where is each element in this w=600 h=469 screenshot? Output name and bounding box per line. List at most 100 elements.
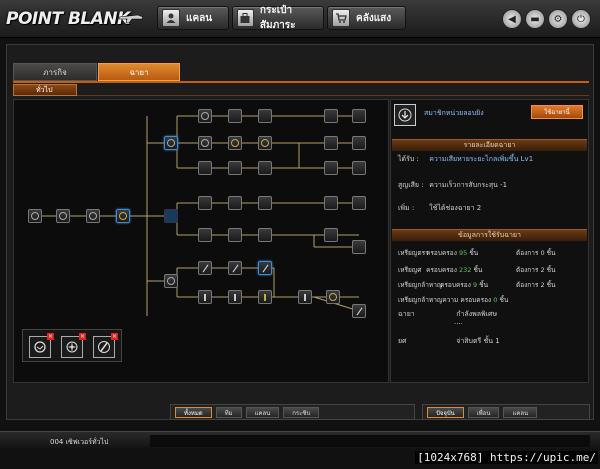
- chat-input[interactable]: [150, 435, 590, 447]
- title-node[interactable]: [164, 209, 178, 223]
- title-node[interactable]: [324, 196, 338, 210]
- tab-titles[interactable]: ฉายา: [98, 63, 180, 81]
- slot-row: เพิ่ม : ใช้ได้ช่องฉายา 2: [398, 203, 481, 214]
- title-node[interactable]: [228, 290, 242, 304]
- title-node[interactable]: [326, 290, 340, 304]
- title-node-sniper[interactable]: [164, 136, 178, 150]
- back-button[interactable]: ◀: [502, 9, 522, 29]
- power-icon: ⏻: [577, 13, 585, 25]
- title-node[interactable]: [198, 290, 212, 304]
- title-node[interactable]: [258, 290, 272, 304]
- chat-tab-team[interactable]: ทีม: [215, 406, 242, 418]
- badge-knife-icon: [98, 341, 110, 353]
- req-have-prefix: ครอบครอง: [426, 266, 457, 274]
- title-dots: ....: [454, 318, 463, 326]
- minimize-button[interactable]: ▬: [525, 9, 545, 29]
- title-node[interactable]: [28, 209, 42, 223]
- title-node[interactable]: [228, 261, 242, 275]
- bonus-value: ความเสียหายระยะไกลเพิ่มขึ้น Lv1: [429, 155, 534, 163]
- req-have: 9: [472, 281, 478, 289]
- armory-label: คลังแสง: [356, 12, 392, 24]
- req-unit: ชิ้น: [479, 281, 489, 289]
- power-button[interactable]: ⏻: [571, 9, 591, 29]
- title-node[interactable]: [352, 136, 366, 150]
- friend-tab-clan[interactable]: แคลน: [503, 406, 538, 418]
- rank-label: ยศ: [398, 337, 407, 345]
- req-unit: ชิ้น: [469, 249, 479, 257]
- title-value: กำลังพลพิเศษ: [456, 310, 498, 318]
- title-node[interactable]: [258, 136, 272, 150]
- title-node[interactable]: [324, 136, 338, 150]
- req-label: เหรียญตรา: [398, 249, 429, 257]
- title-node[interactable]: [352, 196, 366, 210]
- selected-title-name: สมาชิกหน่วยลอบยิง: [424, 109, 484, 117]
- settings-button[interactable]: ⚙: [548, 9, 568, 29]
- cart-icon: [332, 9, 350, 27]
- remove-icon[interactable]: ×: [47, 333, 54, 340]
- rank-row: ยศ จ่าสิบตรี ชั้น 1: [398, 336, 500, 347]
- top-bar: POINT BLANK แคลน กระเป๋าสัมภาระ คลังแสง …: [0, 0, 600, 38]
- title-node[interactable]: [258, 161, 272, 175]
- friend-tab-friends[interactable]: เพื่อน: [467, 406, 500, 418]
- title-node[interactable]: [352, 109, 366, 123]
- status-bar: 004 เซิฟเวอร์ทั่วไป: [0, 431, 600, 449]
- title-node[interactable]: [228, 136, 242, 150]
- req-label: เหรียญกล้าหาญ: [398, 281, 443, 289]
- requirement-header: ข้อมูลการใช้รับฉายา: [392, 229, 587, 241]
- remove-icon[interactable]: ×: [79, 333, 86, 340]
- inventory-button[interactable]: กระเป๋าสัมภาระ: [232, 5, 324, 31]
- chat-tab-all[interactable]: ทั้งหมด: [175, 406, 212, 418]
- clan-label: แคลน: [186, 12, 213, 24]
- clan-button[interactable]: แคลน: [157, 6, 229, 30]
- title-node[interactable]: [198, 109, 212, 123]
- equipped-titles-panel: × × ×: [22, 329, 122, 362]
- req-have-prefix: ครอบครอง: [440, 281, 471, 289]
- armory-button[interactable]: คลังแสง: [327, 6, 406, 30]
- title-node[interactable]: [352, 240, 366, 254]
- title-node[interactable]: [258, 228, 272, 242]
- equipped-title-slot[interactable]: ×: [29, 333, 54, 358]
- title-node[interactable]: [228, 196, 242, 210]
- title-node[interactable]: [258, 196, 272, 210]
- title-node-selected[interactable]: [116, 209, 130, 223]
- chat-tab-whisper[interactable]: กระซิบ: [283, 406, 320, 418]
- title-node[interactable]: [198, 196, 212, 210]
- title-node[interactable]: [198, 228, 212, 242]
- title-node[interactable]: [352, 161, 366, 175]
- gun-logo-icon: [118, 14, 144, 24]
- title-node[interactable]: [228, 161, 242, 175]
- friend-tabs: ปัจจุบัน เพื่อน แคลน: [422, 404, 590, 420]
- title-node[interactable]: [56, 209, 70, 223]
- title-node[interactable]: [258, 261, 272, 275]
- title-node[interactable]: [298, 290, 312, 304]
- remove-icon[interactable]: ×: [111, 333, 118, 340]
- title-node[interactable]: [228, 109, 242, 123]
- subtab-general[interactable]: ทั่วไป: [13, 84, 77, 96]
- requirement-row: เหรียญศ ครอบครอง 232 ชิ้น ต้องการ 2 ชิ้น: [398, 265, 556, 275]
- bag-icon: [237, 9, 254, 27]
- req-need: ต้องการ 2 ชิ้น: [516, 266, 556, 274]
- title-node[interactable]: [352, 304, 366, 318]
- equipped-title-slot[interactable]: ×: [93, 333, 118, 358]
- title-node[interactable]: [324, 161, 338, 175]
- title-node[interactable]: [324, 109, 338, 123]
- req-have: 232: [458, 266, 472, 274]
- watermark: [1024x768] https://upic.me/: [415, 451, 598, 464]
- title-node[interactable]: [198, 161, 212, 175]
- title-node[interactable]: [324, 228, 338, 242]
- req-unit: ชิ้น: [473, 266, 483, 274]
- title-node[interactable]: [258, 109, 272, 123]
- title-node[interactable]: [198, 136, 212, 150]
- friend-tab-current[interactable]: ปัจจุบัน: [427, 406, 464, 418]
- title-node[interactable]: [198, 261, 212, 275]
- rank-value: จ่าสิบตรี ชั้น 1: [456, 337, 500, 345]
- equipped-title-slot[interactable]: ×: [61, 333, 86, 358]
- requirement-row: เหรียญกล้าหาญ ครอบครอง 9 ชิ้น ต้องการ 2 …: [398, 280, 556, 290]
- chat-tab-clan[interactable]: แคลน: [245, 406, 280, 418]
- title-node[interactable]: [86, 209, 100, 223]
- title-node[interactable]: [164, 274, 178, 288]
- title-node[interactable]: [228, 228, 242, 242]
- tab-missions[interactable]: ภารกิจ: [13, 63, 97, 81]
- req-have: 0: [493, 296, 498, 304]
- use-title-button[interactable]: ใช้ฉายานี้: [531, 105, 583, 119]
